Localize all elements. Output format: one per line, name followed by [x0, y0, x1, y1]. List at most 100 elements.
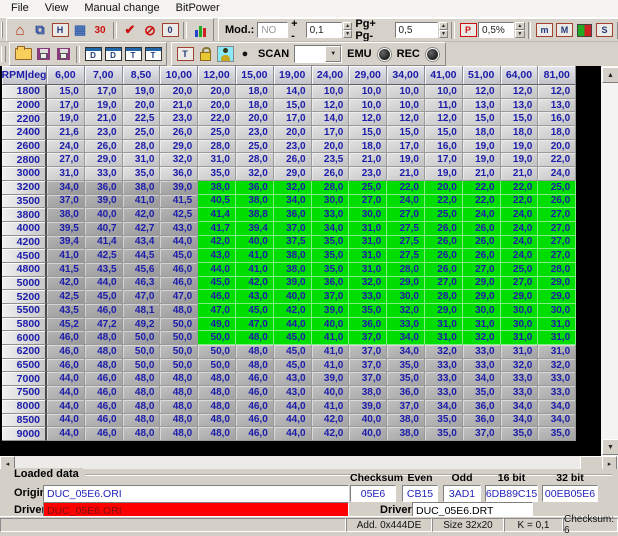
map-cell[interactable]: 24,0 — [47, 140, 85, 154]
map-cell[interactable]: 43,0 — [274, 372, 312, 386]
map-cell[interactable]: 12,0 — [312, 99, 350, 113]
map-cell[interactable]: 48,0 — [123, 386, 161, 400]
map-cell[interactable]: 32,0 — [425, 345, 463, 359]
map-cell[interactable]: 36,0 — [463, 414, 501, 428]
map-cell[interactable]: 45,0 — [160, 249, 198, 263]
map-cell[interactable]: 21,0 — [387, 167, 425, 181]
map-cell[interactable]: 35,0 — [312, 236, 350, 250]
map-cell[interactable]: 41,0 — [312, 359, 350, 373]
zero-icon[interactable]: 0 — [162, 23, 179, 37]
map-cell[interactable]: 37,0 — [274, 222, 312, 236]
map-cell[interactable]: 48,0 — [236, 359, 274, 373]
map-cell[interactable]: 20,0 — [198, 85, 236, 99]
map-cell[interactable]: 48,0 — [160, 386, 198, 400]
map-cell[interactable]: 36,0 — [85, 181, 123, 195]
map-cell[interactable]: 38,8 — [236, 208, 274, 222]
row-header[interactable]: 2800 — [2, 153, 47, 167]
row-header[interactable]: 8000 — [2, 400, 47, 414]
map-cell[interactable]: 27,0 — [501, 277, 539, 291]
map-cell[interactable]: 50,0 — [123, 331, 161, 345]
map-cell[interactable]: 33,0 — [425, 372, 463, 386]
map-cell[interactable]: 22,0 — [501, 181, 539, 195]
map-cell[interactable]: 39,4 — [236, 222, 274, 236]
map-cell[interactable]: 34,0 — [538, 400, 576, 414]
map-cell[interactable]: 12,0 — [463, 85, 501, 99]
map-cell[interactable]: 27,0 — [538, 236, 576, 250]
map-cell[interactable]: 29,0 — [463, 290, 501, 304]
map-cell[interactable]: 45,0 — [274, 359, 312, 373]
map-cell[interactable]: 50,0 — [198, 331, 236, 345]
map-cell[interactable]: 49,2 — [123, 318, 161, 332]
map-cell[interactable]: 33,0 — [501, 372, 539, 386]
row-header[interactable]: 3500 — [2, 195, 47, 209]
map-cell[interactable]: 19,0 — [425, 167, 463, 181]
map-cell[interactable]: 27,5 — [387, 222, 425, 236]
row-header[interactable]: 1800 — [2, 85, 47, 99]
home-icon[interactable]: ⌂ — [11, 21, 29, 39]
map-cell[interactable]: 32,0 — [387, 304, 425, 318]
map-cell[interactable]: 15,0 — [274, 99, 312, 113]
map-cell[interactable]: 30,0 — [501, 304, 539, 318]
map-cell[interactable]: 33,0 — [463, 345, 501, 359]
map-cell[interactable]: 29,0 — [501, 290, 539, 304]
map-cell[interactable]: 48,0 — [236, 345, 274, 359]
map-cell[interactable]: 20,0 — [425, 181, 463, 195]
col-header[interactable]: 64,00 — [501, 66, 539, 85]
smooth-icon[interactable]: S — [596, 23, 613, 37]
map-cell[interactable]: 47,0 — [123, 290, 161, 304]
map-cell[interactable]: 42,0 — [312, 427, 350, 441]
map-cell[interactable]: 47,0 — [160, 290, 198, 304]
map-cell[interactable]: 25,0 — [123, 126, 161, 140]
map-cell[interactable]: 47,0 — [236, 318, 274, 332]
map-cell[interactable]: 40,0 — [349, 427, 387, 441]
map-cell[interactable]: 14,0 — [274, 85, 312, 99]
map-cell[interactable]: 27,0 — [349, 195, 387, 209]
map-cell[interactable]: 48,0 — [160, 304, 198, 318]
map-cell[interactable]: 34,0 — [312, 222, 350, 236]
map-cell[interactable]: 46,0 — [47, 345, 85, 359]
map-cell[interactable]: 20,0 — [274, 126, 312, 140]
map-cell[interactable]: 33,0 — [85, 167, 123, 181]
map-cell[interactable]: 37,0 — [387, 400, 425, 414]
map-cell[interactable]: 35,0 — [312, 249, 350, 263]
map-cell[interactable]: 23,0 — [274, 140, 312, 154]
map-cell[interactable]: 48,0 — [123, 414, 161, 428]
map-cell[interactable]: 46,0 — [160, 263, 198, 277]
map-cell[interactable]: 37,0 — [349, 331, 387, 345]
map-cell[interactable]: 27,0 — [538, 249, 576, 263]
map-cell[interactable]: 35,0 — [463, 386, 501, 400]
map-cell[interactable]: 48,0 — [236, 331, 274, 345]
map-cell[interactable]: 35,0 — [198, 167, 236, 181]
map-cell[interactable]: 34,0 — [425, 400, 463, 414]
row-header[interactable]: 5000 — [2, 277, 47, 291]
map-cell[interactable]: 26,0 — [312, 167, 350, 181]
map-cell[interactable]: 48,0 — [198, 414, 236, 428]
map-cell[interactable]: 37,0 — [349, 359, 387, 373]
map-cell[interactable]: 19,0 — [501, 140, 539, 154]
map-cell[interactable]: 28,0 — [123, 140, 161, 154]
map-cell[interactable]: 17,0 — [312, 126, 350, 140]
map-cell[interactable]: 43,0 — [160, 222, 198, 236]
map-cell[interactable]: 29,0 — [538, 277, 576, 291]
copy-icon[interactable]: ⧉ — [31, 21, 49, 39]
map-cell[interactable]: 35,0 — [538, 427, 576, 441]
map-cell[interactable]: 42,0 — [47, 277, 85, 291]
vertical-scrollbar[interactable]: ▲ ▼ — [601, 66, 618, 456]
map-cell[interactable]: 13,0 — [538, 99, 576, 113]
map-cell[interactable]: 38,0 — [123, 181, 161, 195]
map-cell[interactable]: 41,0 — [123, 195, 161, 209]
map-cell[interactable]: 39,0 — [349, 400, 387, 414]
map-cell[interactable]: 17,0 — [47, 99, 85, 113]
map-cell[interactable]: 35,0 — [425, 427, 463, 441]
map-cell[interactable]: 26,0 — [274, 153, 312, 167]
map-cell[interactable]: 18,0 — [349, 140, 387, 154]
row-header[interactable]: 3200 — [2, 181, 47, 195]
map-cell[interactable]: 20,0 — [123, 99, 161, 113]
percent-field[interactable]: 0,5% — [478, 22, 514, 38]
map-cell[interactable]: 45,0 — [274, 345, 312, 359]
map-cell[interactable]: 42,0 — [312, 414, 350, 428]
map-cell[interactable]: 15,0 — [349, 126, 387, 140]
map-cell[interactable]: 21,6 — [47, 126, 85, 140]
map-cell[interactable]: 10,0 — [312, 85, 350, 99]
map-cell[interactable]: 40,0 — [236, 236, 274, 250]
